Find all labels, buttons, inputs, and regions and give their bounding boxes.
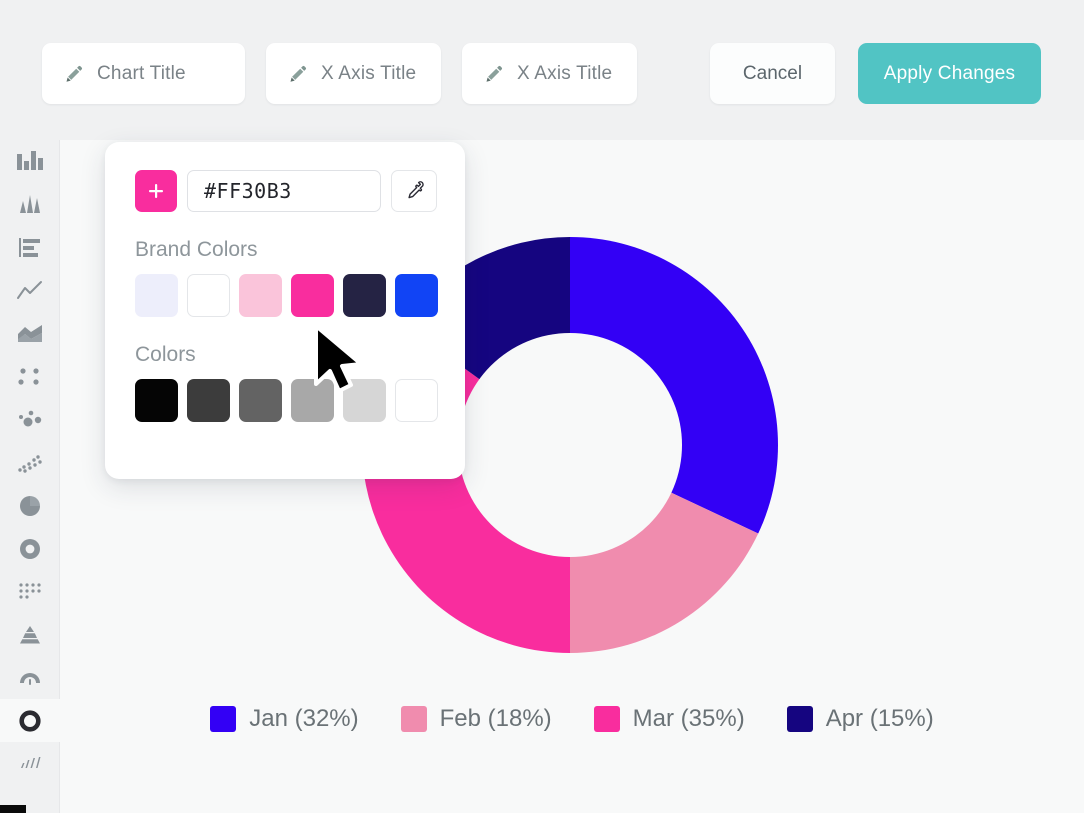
legend-label: Mar (35%) (632, 705, 745, 732)
sidebar-item-area-chart[interactable] (0, 312, 60, 355)
legend-item[interactable]: Jan (32%) (210, 705, 359, 733)
sidebar-item-line-chart[interactable] (0, 269, 60, 312)
sidebar-item-horizontal-bar-chart[interactable] (0, 226, 60, 269)
cancel-label: Cancel (742, 62, 803, 84)
sidebar-item-pyramid-chart[interactable] (0, 613, 60, 656)
legend-item[interactable]: Mar (35%) (593, 705, 745, 733)
legend-item[interactable]: Apr (15%) (786, 705, 934, 733)
x-axis-title-label-1: X Axis Title (321, 62, 417, 84)
brand-color-swatch-6[interactable] (395, 274, 438, 317)
bubble-chart-icon (19, 410, 42, 426)
area-chart-icon (18, 324, 42, 342)
gauge-chart-icon (20, 672, 40, 685)
color-swatch-4[interactable] (291, 379, 334, 422)
hex-color-input[interactable] (187, 170, 381, 212)
pencil-icon (486, 65, 503, 82)
histogram-chart-icon (20, 194, 40, 213)
brand-color-swatch-3[interactable] (239, 274, 282, 317)
donut-chart-icon (20, 538, 40, 559)
donut-hole (458, 333, 682, 557)
color-swatch-1[interactable] (135, 379, 178, 422)
pencil-icon (290, 65, 307, 82)
sidebar-item-dot-matrix-chart[interactable] (0, 570, 60, 613)
x-axis-title-button-1[interactable]: X Axis Title (266, 43, 441, 104)
line-chart-icon (17, 280, 42, 299)
pyramid-chart-icon (20, 625, 40, 643)
x-axis-title-label-2: X Axis Title (517, 62, 613, 84)
colors-row (135, 379, 438, 422)
sidebar-item-bar-chart[interactable] (0, 140, 60, 183)
chart-legend: Jan (32%) Feb (18%) Mar (35%) Apr (15%) (60, 705, 1084, 733)
sidebar-item-gauge-chart[interactable] (0, 656, 60, 699)
color-swatch-5[interactable] (343, 379, 386, 422)
ring-chart-icon (19, 709, 41, 732)
brand-color-swatch-5[interactable] (343, 274, 386, 317)
corner-mark (0, 805, 26, 813)
brand-color-swatch-2[interactable] (187, 274, 230, 317)
apply-changes-label: Apply Changes (883, 62, 1016, 84)
color-swatch-6[interactable] (395, 379, 438, 422)
legend-label: Jan (32%) (249, 705, 359, 732)
sidebar-item-dot-plot-chart[interactable] (0, 355, 60, 398)
legend-swatch (593, 706, 620, 732)
bar-chart-icon (17, 150, 43, 170)
color-picker-popover: Brand Colors Colors (105, 142, 465, 479)
sidebar-item-bubble-chart[interactable] (0, 398, 60, 441)
chart-title-button[interactable]: Chart Title (42, 43, 245, 104)
sidebar-item-sparkline-chart[interactable] (0, 742, 60, 785)
add-color-button[interactable] (135, 170, 177, 212)
toolbar: Chart Title X Axis Title X Axis Title Ca… (0, 0, 1084, 140)
brand-colors-row (135, 274, 438, 317)
color-swatch-2[interactable] (187, 379, 230, 422)
sidebar-item-donut-chart[interactable] (0, 527, 60, 570)
legend-label: Apr (15%) (825, 705, 934, 732)
sidebar-item-scatter-chart[interactable] (0, 441, 60, 484)
brand-color-swatch-4[interactable] (291, 274, 334, 317)
plus-icon (149, 184, 163, 198)
legend-item[interactable]: Feb (18%) (400, 705, 552, 733)
x-axis-title-button-2[interactable]: X Axis Title (462, 43, 637, 104)
pencil-icon (66, 65, 83, 82)
eyedropper-icon (408, 181, 424, 199)
scatter-chart-icon (18, 454, 42, 473)
color-input-row (135, 170, 437, 212)
chart-editor-app: Chart Title X Axis Title X Axis Title Ca… (0, 0, 1084, 813)
chart-type-sidebar (0, 140, 60, 813)
legend-swatch (786, 706, 813, 732)
pie-chart-icon (20, 495, 40, 516)
legend-label: Feb (18%) (439, 705, 552, 732)
colors-label: Colors (135, 343, 196, 366)
dot-plot-chart-icon (18, 367, 39, 385)
apply-changes-button[interactable]: Apply Changes (858, 43, 1041, 104)
eyedropper-button[interactable] (391, 170, 437, 212)
cancel-button[interactable]: Cancel (710, 43, 835, 104)
sidebar-item-pie-chart[interactable] (0, 484, 60, 527)
color-swatch-3[interactable] (239, 379, 282, 422)
sparkline-chart-icon (21, 756, 41, 768)
sidebar-item-ring-chart[interactable] (0, 699, 60, 742)
horizontal-bar-chart-icon (19, 237, 40, 257)
legend-swatch (400, 706, 427, 732)
sidebar-item-histogram-chart[interactable] (0, 183, 60, 226)
dot-matrix-chart-icon (19, 582, 41, 599)
brand-color-swatch-1[interactable] (135, 274, 178, 317)
brand-colors-label: Brand Colors (135, 238, 258, 261)
chart-title-label: Chart Title (97, 62, 186, 84)
legend-swatch (210, 706, 237, 732)
